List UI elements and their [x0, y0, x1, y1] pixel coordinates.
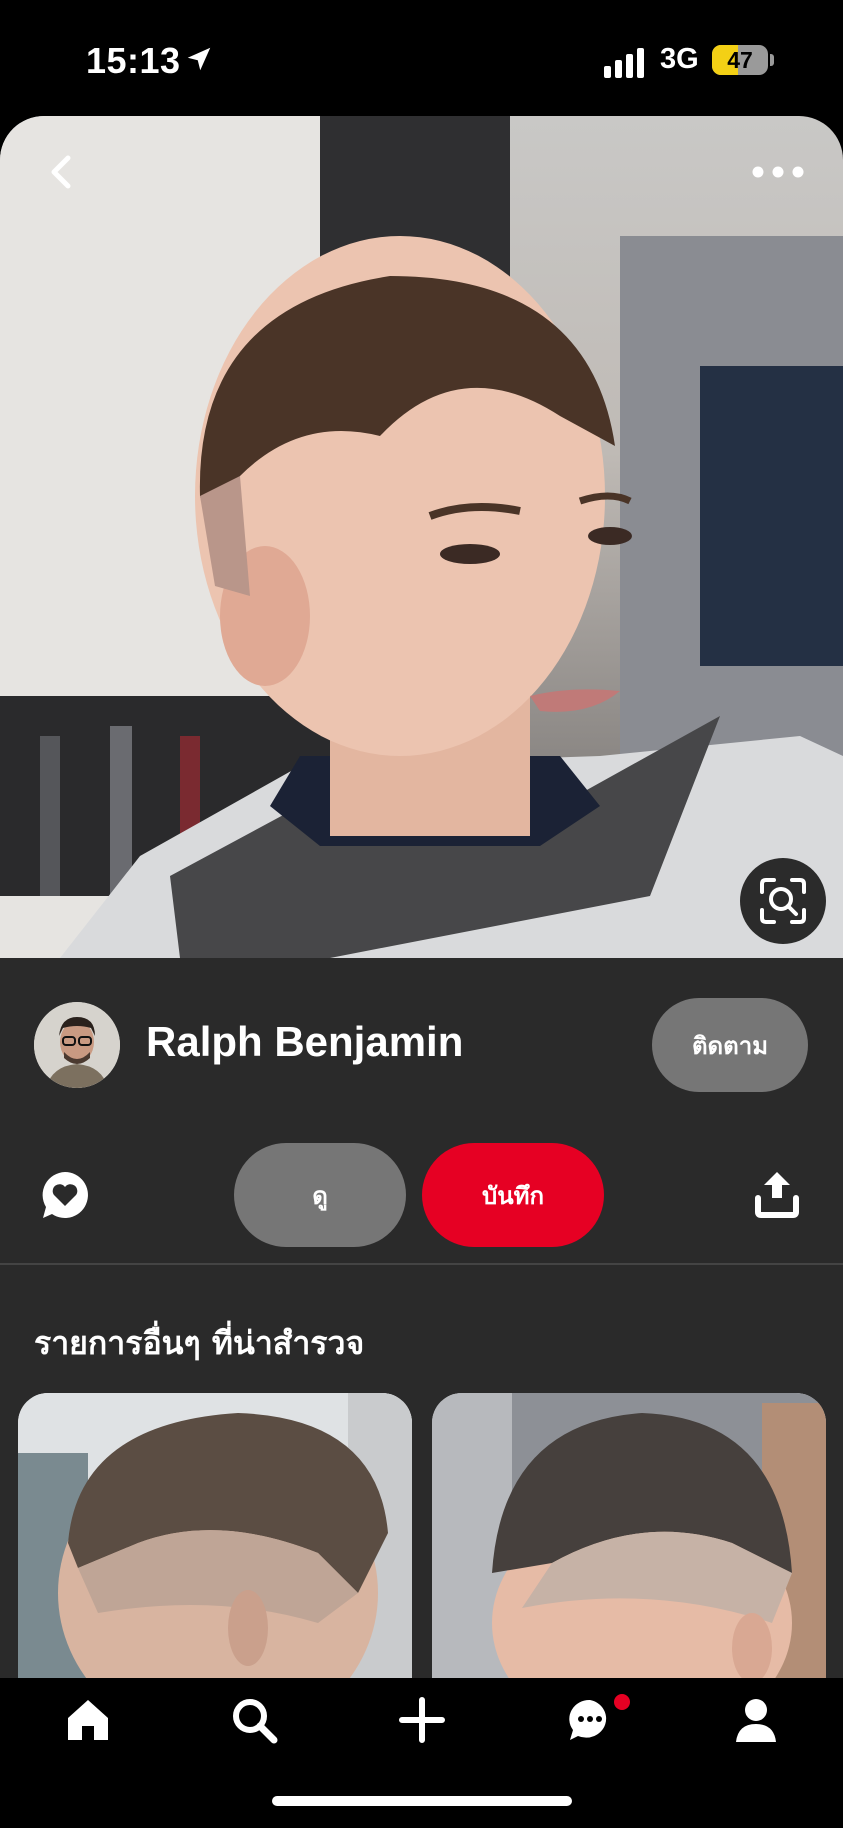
battery-indicator: 47	[712, 45, 768, 75]
view-button[interactable]: ดู	[234, 1143, 406, 1247]
save-button[interactable]: บันทึก	[422, 1143, 604, 1247]
related-pin-1-image	[18, 1393, 412, 1683]
messages-icon[interactable]	[566, 1696, 614, 1744]
pin-photo	[0, 116, 843, 958]
more-options-button[interactable]	[752, 160, 804, 184]
profile-icon[interactable]	[732, 1696, 780, 1744]
signal-icon	[604, 48, 644, 78]
follow-button[interactable]: ติดตาม	[652, 998, 808, 1092]
visual-search-icon	[760, 878, 806, 924]
home-icon[interactable]	[64, 1696, 112, 1744]
location-arrow-icon	[187, 47, 211, 71]
author-name[interactable]: Ralph Benjamin	[146, 1018, 463, 1066]
pin-image[interactable]	[0, 116, 843, 958]
more-ideas-heading: รายการอื่นๆ ที่น่าสำรวจ	[34, 1324, 365, 1362]
related-pin-1[interactable]	[18, 1393, 412, 1683]
share-icon[interactable]	[754, 1168, 800, 1218]
section-divider	[0, 1263, 843, 1265]
avatar-photo	[34, 1002, 120, 1088]
notification-badge	[614, 1694, 630, 1710]
network-type: 3G	[660, 43, 699, 75]
status-time: 15:13	[86, 40, 181, 81]
home-indicator[interactable]	[272, 1796, 572, 1806]
plus-icon[interactable]	[398, 1696, 446, 1744]
search-icon[interactable]	[230, 1696, 278, 1744]
battery-percent: 47	[727, 47, 753, 73]
battery-nub	[770, 54, 774, 66]
visual-search-button[interactable]	[740, 858, 826, 944]
related-pin-2-image	[432, 1393, 826, 1683]
comment-heart-icon[interactable]	[40, 1170, 90, 1220]
related-pin-2[interactable]	[432, 1393, 826, 1683]
author-avatar[interactable]	[34, 1002, 120, 1088]
back-button[interactable]	[40, 150, 84, 194]
